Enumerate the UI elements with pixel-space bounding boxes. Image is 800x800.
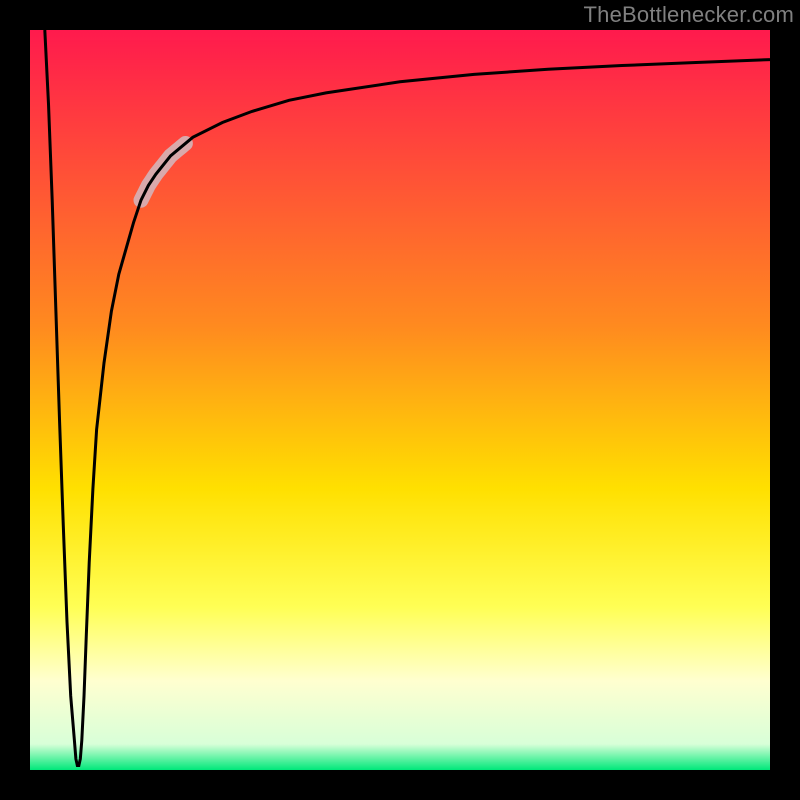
chart-stage: TheBottlenecker.com xyxy=(0,0,800,800)
watermark-text: TheBottlenecker.com xyxy=(584,2,794,28)
bottleneck-chart xyxy=(0,0,800,800)
gradient-background xyxy=(30,30,770,770)
